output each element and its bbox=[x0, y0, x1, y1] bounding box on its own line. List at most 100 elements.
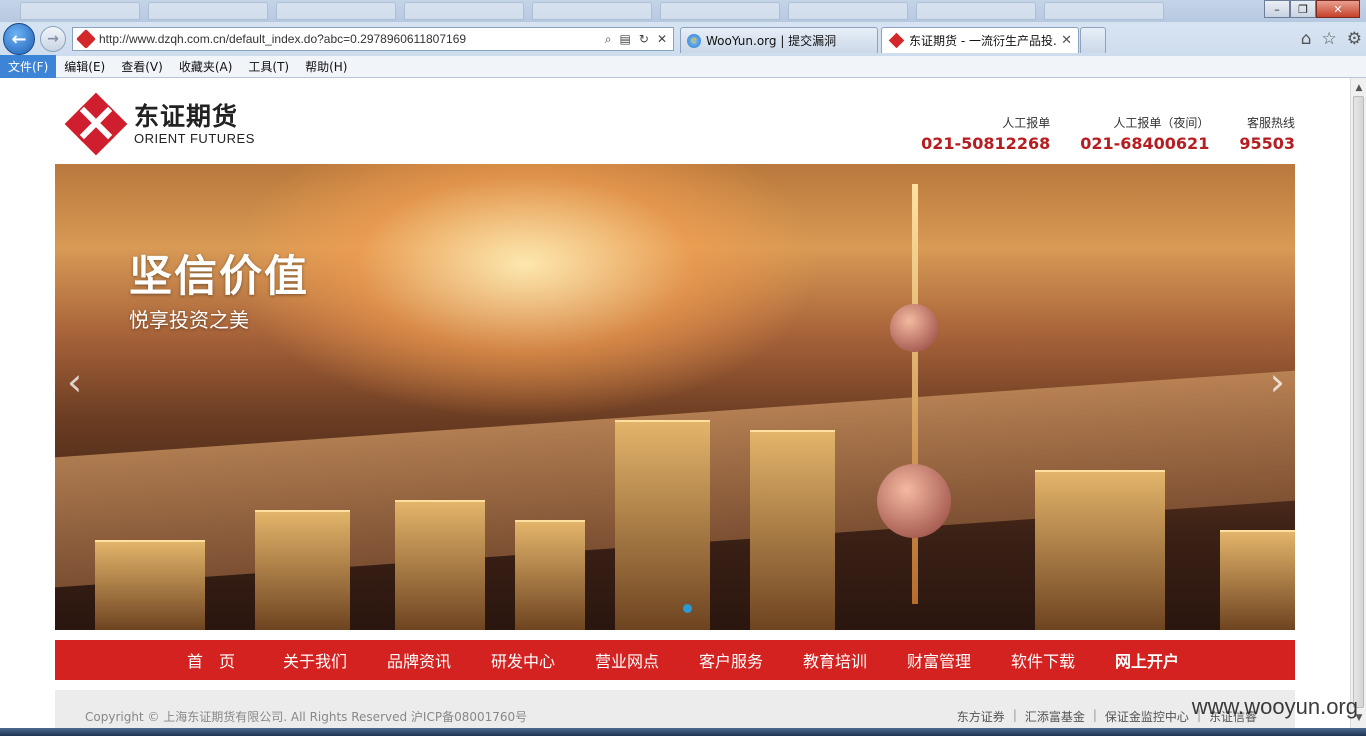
nav-brand-news[interactable]: 品牌资讯 bbox=[367, 648, 471, 672]
vertical-scrollbar[interactable]: ▲ ▼ bbox=[1350, 78, 1366, 728]
carousel-dot[interactable] bbox=[683, 604, 692, 613]
tab-wooyun[interactable]: e WooYun.org | 提交漏洞 bbox=[680, 27, 878, 53]
navigation-bar: ← → http://www.dzqh.com.cn/default_index… bbox=[0, 22, 1366, 56]
banner-building bbox=[255, 510, 350, 630]
menu-edit[interactable]: 编辑(E) bbox=[56, 55, 113, 78]
address-bar[interactable]: http://www.dzqh.com.cn/default_index.do?… bbox=[72, 27, 674, 51]
background-tab[interactable] bbox=[276, 2, 396, 20]
link-divider: | bbox=[1092, 708, 1097, 722]
tab-title: 东证期货 - 一流衍生产品投... bbox=[909, 34, 1058, 48]
nav-about[interactable]: 关于我们 bbox=[263, 648, 367, 672]
background-tab[interactable] bbox=[20, 2, 140, 20]
banner-tower-sphere bbox=[877, 464, 951, 538]
logo-text: 东证期货 ORIENT FUTURES bbox=[134, 101, 255, 146]
banner-tower-sphere bbox=[890, 304, 938, 352]
main-navigation: 首 页 关于我们 品牌资讯 研发中心 营业网点 客户服务 教育培训 财富管理 软… bbox=[55, 640, 1295, 680]
banner-building bbox=[750, 430, 835, 630]
footer-link[interactable]: 东方证券 bbox=[957, 708, 1005, 725]
hotline-number: 021-68400621 bbox=[1080, 134, 1210, 153]
window-controls: – ❐ ✕ bbox=[1264, 0, 1360, 18]
banner-building bbox=[395, 500, 485, 630]
banner-tower bbox=[912, 184, 918, 604]
tab-dzqh[interactable]: 东证期货 - 一流衍生产品投... ✕ bbox=[881, 27, 1079, 53]
site-logo[interactable]: 东证期货 ORIENT FUTURES bbox=[64, 92, 255, 156]
browser-tools: ⌂ ☆ ⚙ bbox=[1301, 29, 1362, 49]
banner-building bbox=[515, 520, 585, 630]
menu-help[interactable]: 帮助(H) bbox=[297, 55, 355, 78]
favorites-star-icon[interactable]: ☆ bbox=[1322, 29, 1337, 49]
hotline-night-order: 人工报单（夜间） 021-68400621 bbox=[1080, 114, 1209, 153]
footer: Copyright © 上海东证期货有限公司. All Rights Reser… bbox=[55, 690, 1295, 728]
menu-bar: 文件(F) 编辑(E) 查看(V) 收藏夹(A) 工具(T) 帮助(H) bbox=[0, 55, 1366, 78]
close-window-icon[interactable]: ✕ bbox=[1316, 0, 1360, 18]
hotline-number: 021-50812268 bbox=[921, 134, 1051, 153]
site-favicon-icon bbox=[888, 32, 905, 49]
footer-link[interactable]: 保证金监控中心 bbox=[1105, 708, 1189, 725]
banner-title: 坚信价值 bbox=[129, 252, 309, 302]
chevron-left-icon[interactable]: ‹ bbox=[67, 360, 82, 404]
menu-file[interactable]: 文件(F) bbox=[0, 55, 57, 78]
menu-tools[interactable]: 工具(T) bbox=[240, 55, 297, 78]
footer-link[interactable]: 汇添富基金 bbox=[1025, 708, 1085, 725]
new-tab-button[interactable] bbox=[1080, 27, 1106, 53]
address-bar-actions: ⌕ ▤ ↻ ✕ bbox=[605, 32, 673, 47]
copyright-text: Copyright © 上海东证期货有限公司. All Rights Reser… bbox=[85, 710, 528, 724]
forward-icon[interactable]: → bbox=[40, 26, 66, 52]
ie-favicon-icon: e bbox=[687, 33, 701, 48]
background-tab[interactable] bbox=[660, 2, 780, 20]
background-tab[interactable] bbox=[404, 2, 524, 20]
home-icon[interactable]: ⌂ bbox=[1301, 29, 1312, 49]
banner-subtitle: 悦享投资之美 bbox=[129, 308, 249, 332]
hotline-label: 人工报单（夜间） bbox=[1113, 116, 1210, 130]
hotline-service: 客服热线 95503 bbox=[1239, 114, 1295, 153]
nav-open-account[interactable]: 网上开户 bbox=[1095, 648, 1199, 672]
url-text[interactable]: http://www.dzqh.com.cn/default_index.do?… bbox=[99, 32, 605, 46]
close-tab-icon[interactable]: ✕ bbox=[1061, 33, 1072, 48]
refresh-icon[interactable]: ↻ bbox=[639, 32, 649, 47]
maximize-icon[interactable]: ❐ bbox=[1290, 0, 1316, 18]
nav-wealth[interactable]: 财富管理 bbox=[887, 648, 991, 672]
watermark-text: www.wooyun.org bbox=[1191, 694, 1358, 719]
background-tab[interactable] bbox=[1044, 2, 1164, 20]
hotlines: 人工报单 021-50812268 人工报单（夜间） 021-68400621 … bbox=[921, 114, 1295, 153]
nav-customer-service[interactable]: 客户服务 bbox=[679, 648, 783, 672]
gear-icon[interactable]: ⚙ bbox=[1347, 29, 1362, 49]
scroll-thumb[interactable] bbox=[1353, 96, 1364, 708]
logo-english-name: ORIENT FUTURES bbox=[134, 130, 255, 146]
menu-view[interactable]: 查看(V) bbox=[113, 55, 171, 78]
nav-education[interactable]: 教育培训 bbox=[783, 648, 887, 672]
menu-favorites[interactable]: 收藏夹(A) bbox=[171, 55, 241, 78]
banner-building bbox=[615, 420, 710, 630]
compat-view-icon[interactable]: ▤ bbox=[620, 32, 631, 47]
minimize-icon[interactable]: – bbox=[1264, 0, 1290, 18]
background-tab[interactable] bbox=[788, 2, 908, 20]
stop-icon[interactable]: ✕ bbox=[657, 32, 667, 47]
search-icon[interactable]: ⌕ bbox=[605, 32, 612, 47]
nav-home[interactable]: 首 页 bbox=[159, 648, 263, 672]
os-taskbar bbox=[0, 728, 1366, 736]
hotline-number: 95503 bbox=[1239, 134, 1295, 153]
chevron-right-icon[interactable]: › bbox=[1270, 360, 1285, 404]
hotline-label: 人工报单 bbox=[1002, 116, 1051, 130]
site-favicon-icon bbox=[76, 29, 96, 49]
scroll-up-icon[interactable]: ▲ bbox=[1351, 80, 1366, 96]
background-tab[interactable] bbox=[148, 2, 268, 20]
hotline-label: 客服热线 bbox=[1246, 116, 1295, 130]
logo-mark-icon bbox=[64, 92, 128, 156]
nav-downloads[interactable]: 软件下载 bbox=[991, 648, 1095, 672]
web-page: 东证期货 ORIENT FUTURES 人工报单 021-50812268 人工… bbox=[0, 78, 1350, 728]
nav-branches[interactable]: 营业网点 bbox=[575, 648, 679, 672]
taskbar-preview-strip: – ❐ ✕ bbox=[0, 0, 1366, 22]
banner-building bbox=[1035, 470, 1165, 630]
background-tab[interactable] bbox=[532, 2, 652, 20]
back-icon[interactable]: ← bbox=[3, 23, 35, 55]
nav-research[interactable]: 研发中心 bbox=[471, 648, 575, 672]
background-tab[interactable] bbox=[916, 2, 1036, 20]
banner-building bbox=[1220, 530, 1295, 630]
banner-building bbox=[95, 540, 205, 630]
tab-title: WooYun.org | 提交漏洞 bbox=[706, 34, 837, 48]
logo-chinese-name: 东证期货 bbox=[134, 101, 239, 131]
hero-banner[interactable]: 坚信价值 悦享投资之美 ‹ › bbox=[55, 164, 1295, 630]
hotline-order: 人工报单 021-50812268 bbox=[921, 114, 1050, 153]
link-divider: | bbox=[1012, 708, 1017, 722]
